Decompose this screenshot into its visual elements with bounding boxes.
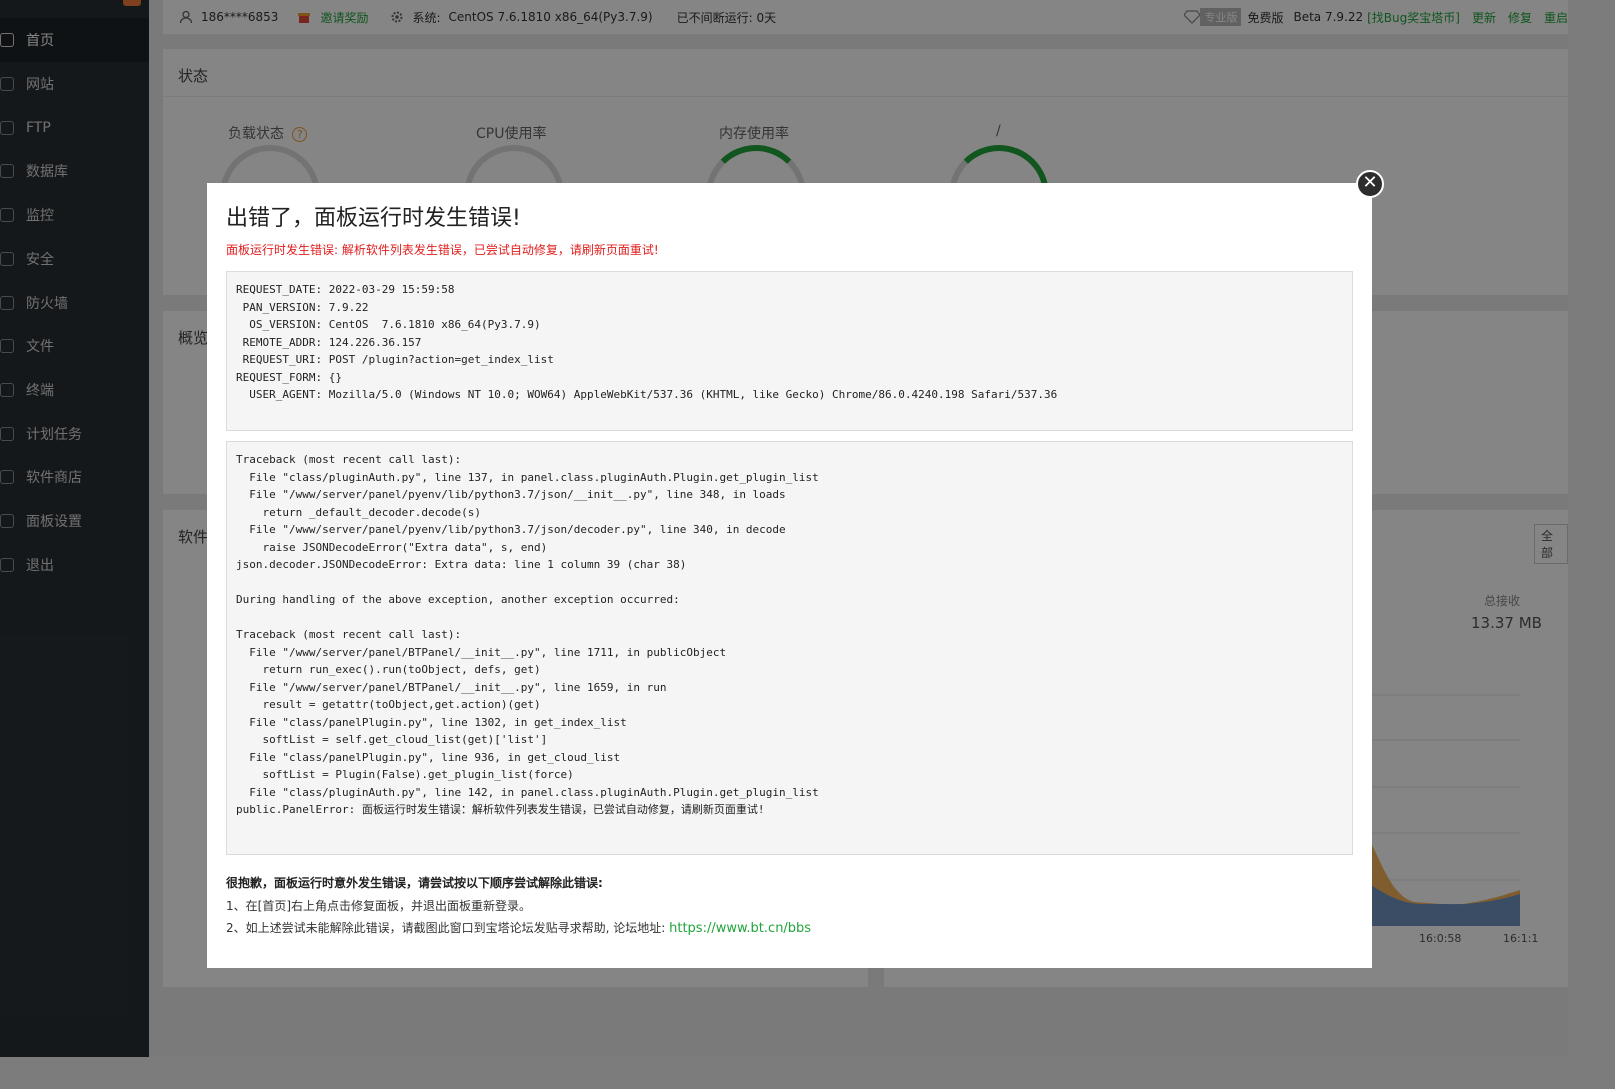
traceback-block: Traceback (most recent call last): File … xyxy=(226,441,1353,855)
close-icon[interactable]: ✕ xyxy=(1356,170,1384,198)
help-heading: 很抱歉，面板运行时意外发生错误，请尝试按以下顺序尝试解除此错误: xyxy=(226,876,603,890)
request-info-block: REQUEST_DATE: 2022-03-29 15:59:58 PAN_VE… xyxy=(226,271,1353,431)
help-step-2-text: 2、如上述尝试未能解除此错误，请截图此窗口到宝塔论坛发贴寻求帮助, 论坛地址: xyxy=(226,921,670,935)
dialog-error-summary: 面板运行时发生错误: 解析软件列表发生错误，已尝试自动修复，请刷新页面重试! xyxy=(226,243,659,257)
help-step-2: 2、如上述尝试未能解除此错误，请截图此窗口到宝塔论坛发贴寻求帮助, 论坛地址: … xyxy=(226,919,811,936)
help-step-1: 1、在[首页]右上角点击修复面板，并退出面板重新登录。 xyxy=(226,899,532,913)
error-dialog: 出错了，面板运行时发生错误! 面板运行时发生错误: 解析软件列表发生错误，已尝试… xyxy=(207,183,1372,968)
forum-link[interactable]: https://www.bt.cn/bbs xyxy=(669,921,811,936)
dialog-title: 出错了，面板运行时发生错误! xyxy=(226,206,521,231)
